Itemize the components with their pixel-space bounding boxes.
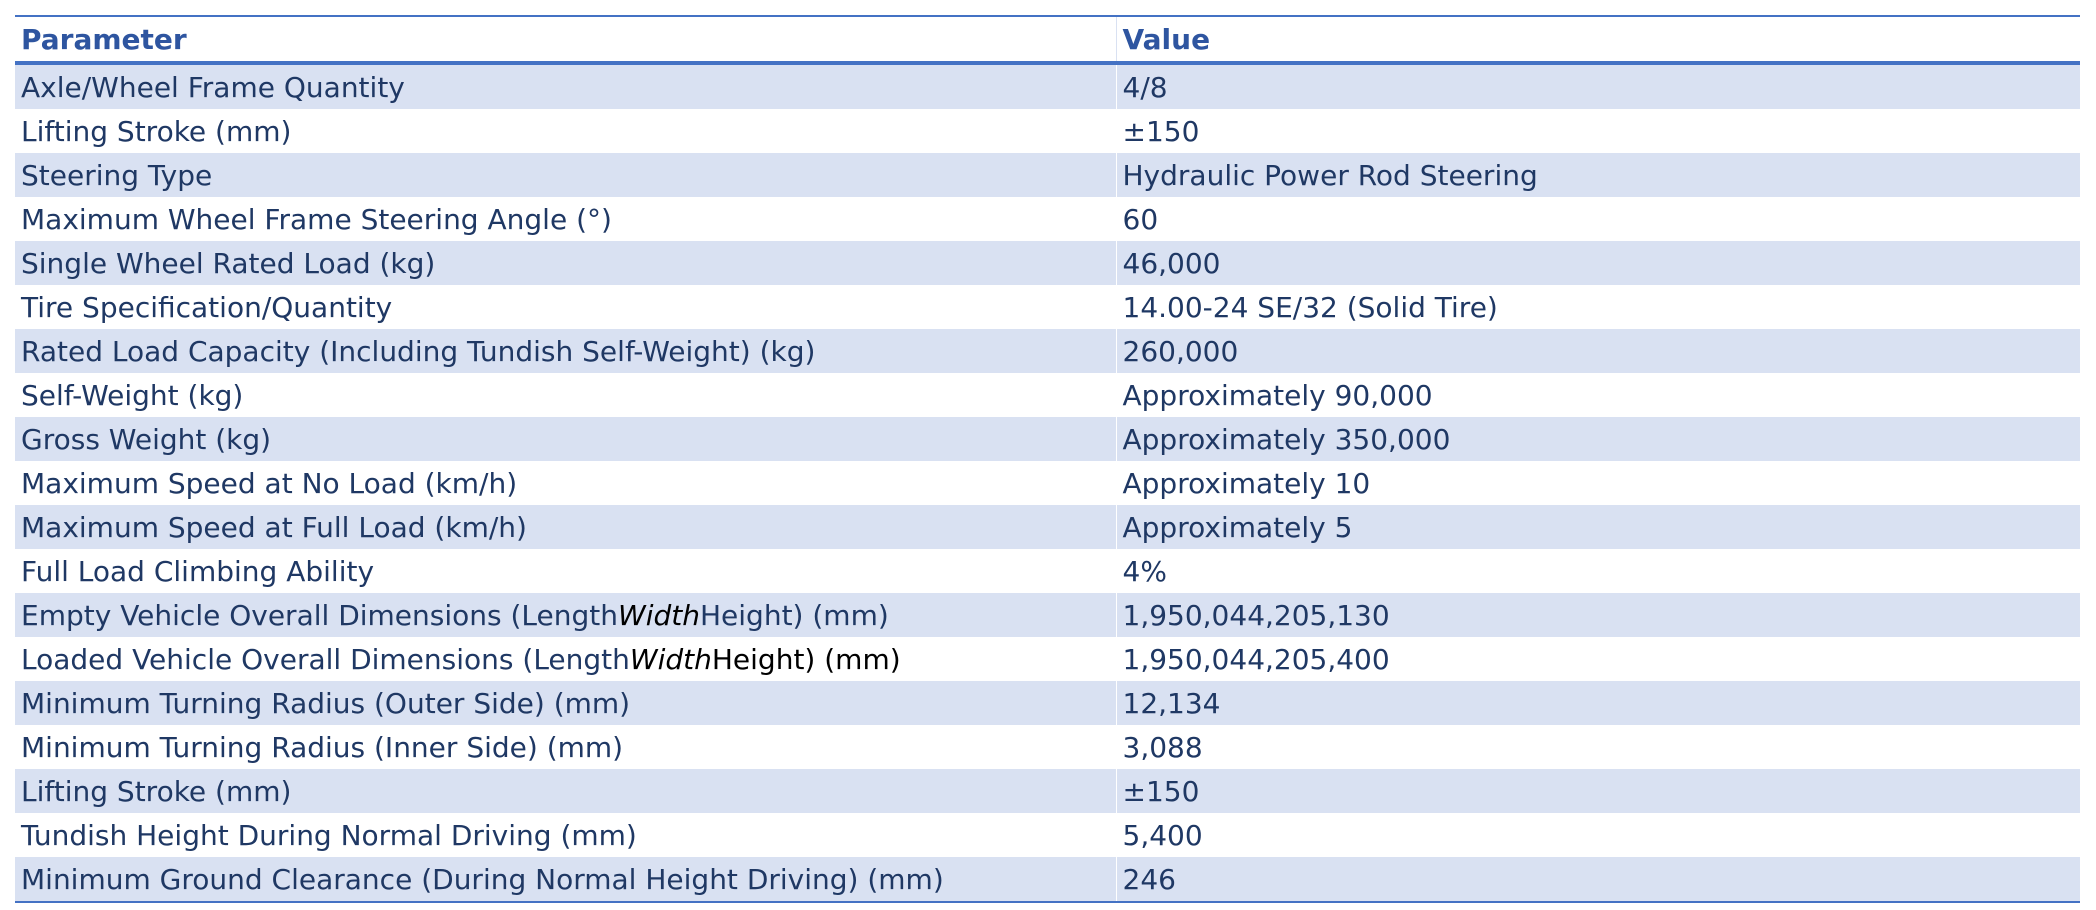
value-cell: Approximately 350,000 (1115, 417, 2080, 461)
table-row: Lifting Stroke (mm) ±150 (15, 769, 2080, 813)
parameter-cell: Self-Weight (kg) (15, 373, 1116, 417)
table-row: Minimum Ground Clearance (During Normal … (15, 857, 2080, 902)
table-row: Lifting Stroke (mm) ±150 (15, 109, 2080, 153)
table-row: Self-Weight (kg) Approximately 90,000 (15, 373, 2080, 417)
spec-table-container: Parameter Value Axle/Wheel Frame Quantit… (15, 15, 2080, 903)
table-row: Maximum Wheel Frame Steering Angle (°) 6… (15, 197, 2080, 241)
table-row: Tundish Height During Normal Driving (mm… (15, 813, 2080, 857)
parameter-cell: Single Wheel Rated Load (kg) (15, 241, 1116, 285)
parameter-cell: Tundish Height During Normal Driving (mm… (15, 813, 1116, 857)
parameter-cell: Maximum Wheel Frame Steering Angle (°) (15, 197, 1116, 241)
parameter-cell: Tire Specification/Quantity (15, 285, 1116, 329)
table-row: Loaded Vehicle Overall Dimensions (Lengt… (15, 637, 2080, 681)
table-row: Maximum Speed at No Load (km/h) Approxim… (15, 461, 2080, 505)
parameter-cell: Lifting Stroke (mm) (15, 769, 1116, 813)
table-row: Gross Weight (kg) Approximately 350,000 (15, 417, 2080, 461)
parameter-cell: Rated Load Capacity (Including Tundish S… (15, 329, 1116, 373)
parameter-cell: Maximum Speed at Full Load (km/h) (15, 505, 1116, 549)
value-cell: 1,950,044,205,400 (1115, 637, 2080, 681)
parameter-text: Height) (mm) (711, 642, 901, 676)
value-cell: 1,950,044,205,130 (1115, 593, 2080, 637)
table-row: Axle/Wheel Frame Quantity 4/8 (15, 63, 2080, 109)
column-header-value: Value (1115, 16, 2080, 63)
value-cell: 12,134 (1115, 681, 2080, 725)
table-header-row: Parameter Value (15, 16, 2080, 63)
value-cell: Approximately 5 (1115, 505, 2080, 549)
parameter-cell: Minimum Ground Clearance (During Normal … (15, 857, 1116, 902)
value-cell: ±150 (1115, 109, 2080, 153)
value-cell: Approximately 90,000 (1115, 373, 2080, 417)
value-cell: Approximately 10 (1115, 461, 2080, 505)
parameter-cell: Minimum Turning Radius (Outer Side) (mm) (15, 681, 1116, 725)
table-row: Full Load Climbing Ability 4% (15, 549, 2080, 593)
parameter-text: Empty Vehicle Overall Dimensions (Length (21, 598, 619, 632)
parameter-cell: Maximum Speed at No Load (km/h) (15, 461, 1116, 505)
parameter-cell: Gross Weight (kg) (15, 417, 1116, 461)
value-cell: 5,400 (1115, 813, 2080, 857)
value-cell: Hydraulic Power Rod Steering (1115, 153, 2080, 197)
table-row: Minimum Turning Radius (Outer Side) (mm)… (15, 681, 2080, 725)
value-cell: 4/8 (1115, 63, 2080, 109)
value-cell: 46,000 (1115, 241, 2080, 285)
spec-table: Parameter Value Axle/Wheel Frame Quantit… (15, 15, 2080, 903)
value-cell: 60 (1115, 197, 2080, 241)
parameter-text: Height) (mm) (699, 598, 889, 632)
parameter-text-italic: Width (629, 642, 712, 676)
parameter-cell: Steering Type (15, 153, 1116, 197)
parameter-text-italic: Width (618, 598, 700, 632)
value-cell: 260,000 (1115, 329, 2080, 373)
value-cell: 4% (1115, 549, 2080, 593)
table-row: Empty Vehicle Overall Dimensions (Length… (15, 593, 2080, 637)
column-header-parameter: Parameter (15, 16, 1116, 63)
table-row: Single Wheel Rated Load (kg) 46,000 (15, 241, 2080, 285)
parameter-cell: Full Load Climbing Ability (15, 549, 1116, 593)
parameter-cell: Empty Vehicle Overall Dimensions (Length… (15, 593, 1116, 637)
parameter-cell: Axle/Wheel Frame Quantity (15, 63, 1116, 109)
parameter-cell: Minimum Turning Radius (Inner Side) (mm) (15, 725, 1116, 769)
value-cell: ±150 (1115, 769, 2080, 813)
table-row: Steering Type Hydraulic Power Rod Steeri… (15, 153, 2080, 197)
parameter-cell: Lifting Stroke (mm) (15, 109, 1116, 153)
value-cell: 14.00-24 SE/32 (Solid Tire) (1115, 285, 2080, 329)
table-row: Tire Specification/Quantity 14.00-24 SE/… (15, 285, 2080, 329)
table-row: Rated Load Capacity (Including Tundish S… (15, 329, 2080, 373)
table-row: Maximum Speed at Full Load (km/h) Approx… (15, 505, 2080, 549)
parameter-cell: Loaded Vehicle Overall Dimensions (Lengt… (15, 637, 1116, 681)
table-row: Minimum Turning Radius (Inner Side) (mm)… (15, 725, 2080, 769)
value-cell: 3,088 (1115, 725, 2080, 769)
parameter-text: Loaded Vehicle Overall Dimensions (Lengt… (21, 642, 630, 676)
value-cell: 246 (1115, 857, 2080, 902)
